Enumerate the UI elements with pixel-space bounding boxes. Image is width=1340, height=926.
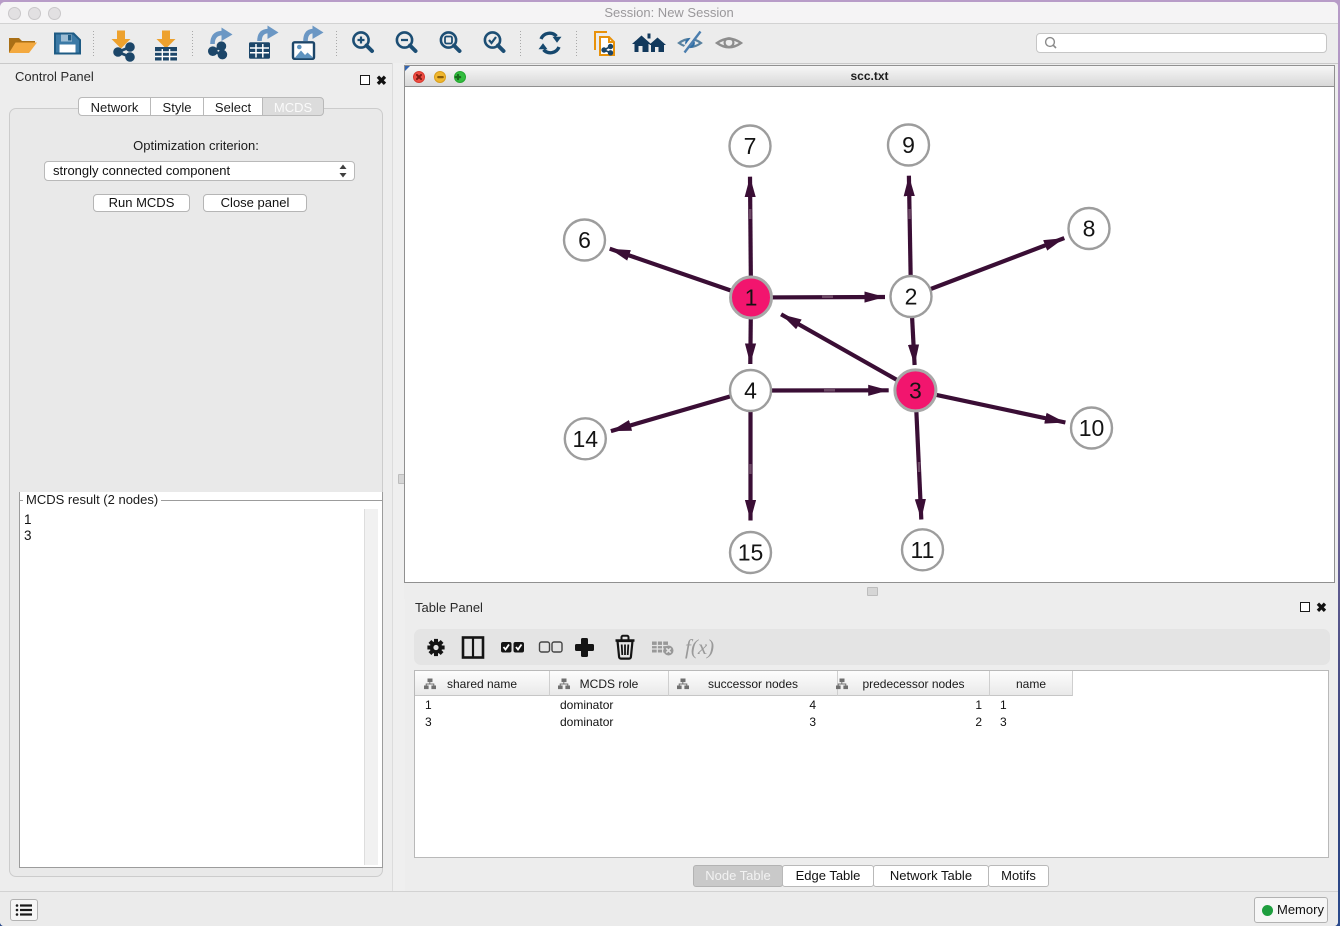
svg-text:9: 9 bbox=[902, 132, 915, 158]
svg-text:7: 7 bbox=[744, 133, 757, 159]
svg-text:3: 3 bbox=[909, 377, 922, 403]
svg-text:15: 15 bbox=[738, 540, 764, 566]
svg-text:8: 8 bbox=[1083, 216, 1096, 242]
svg-text:2: 2 bbox=[905, 284, 918, 310]
svg-text:4: 4 bbox=[744, 378, 757, 404]
svg-text:6: 6 bbox=[578, 227, 591, 253]
svg-text:f(x): f(x) bbox=[685, 635, 714, 659]
svg-text:11: 11 bbox=[911, 537, 935, 563]
svg-text:14: 14 bbox=[573, 426, 599, 452]
svg-text:1: 1 bbox=[745, 285, 758, 311]
svg-text:10: 10 bbox=[1079, 415, 1105, 441]
